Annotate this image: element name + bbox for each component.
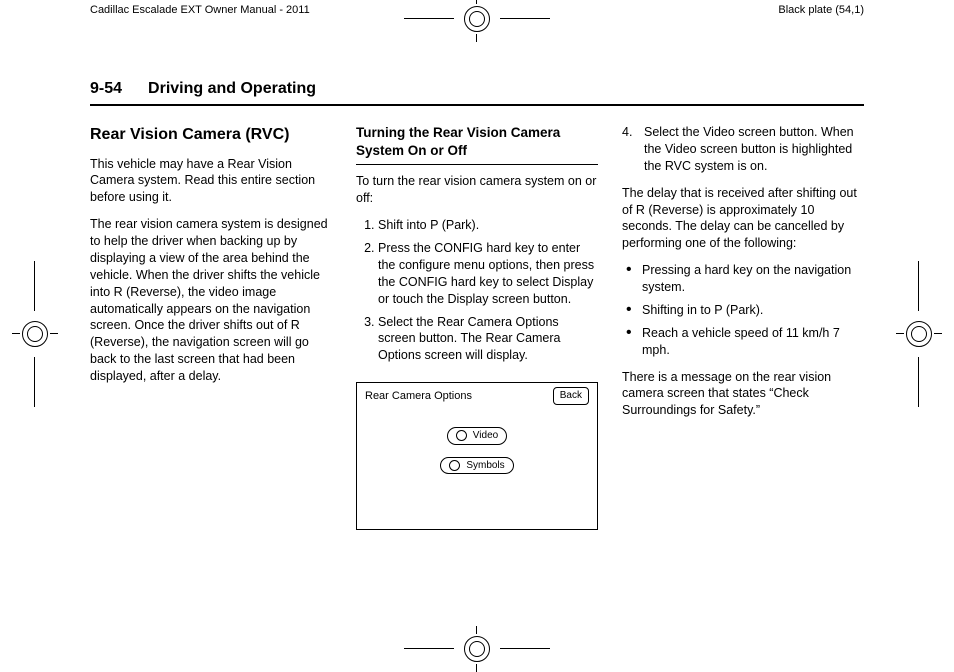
running-head: 9-54 Driving and Operating <box>90 80 864 106</box>
figure-rear-camera-options: Rear Camera Options Back Video Symbols <box>356 382 598 530</box>
ordered-list: Shift into P (Park). Press the CONFIG ha… <box>356 217 598 364</box>
chapter-title: Driving and Operating <box>148 80 316 98</box>
figure-option-label: Video <box>473 429 498 443</box>
subsection-title: Turning the Rear Vision Camera System On… <box>356 124 598 165</box>
registration-mark-left <box>22 321 48 347</box>
registration-mark-bottom <box>464 636 490 662</box>
section-title-rvc: Rear Vision Camera (RVC) <box>90 124 332 146</box>
list-item: Shift into P (Park). <box>378 217 598 234</box>
paragraph: The delay that is received after shiftin… <box>622 185 864 253</box>
figure-back-button: Back <box>553 387 589 405</box>
figure-option-video: Video <box>447 427 507 445</box>
paragraph: To turn the rear vision camera system on… <box>356 173 598 207</box>
list-item: Select the Rear Camera Options screen bu… <box>378 314 598 365</box>
list-item: Shifting in to P (Park). <box>622 302 864 319</box>
registration-mark-top <box>464 6 490 32</box>
crop-right-header: Black plate (54,1) <box>778 4 864 16</box>
crop-left-header: Cadillac Escalade EXT Owner Manual - 201… <box>90 4 310 16</box>
column-2: Turning the Rear Vision Camera System On… <box>356 124 598 530</box>
page-content: 9-54 Driving and Operating Rear Vision C… <box>90 80 864 618</box>
list-item: Reach a vehicle speed of 11 km/h 7 mph. <box>622 325 864 359</box>
column-3: 4. Select the Video screen button. When … <box>622 124 864 530</box>
figure-title: Rear Camera Options <box>365 389 472 404</box>
paragraph: There is a message on the rear vision ca… <box>622 369 864 420</box>
page-number: 9-54 <box>90 80 122 98</box>
figure-option-label: Symbols <box>466 459 504 473</box>
registration-mark-right <box>906 321 932 347</box>
column-1: Rear Vision Camera (RVC) This vehicle ma… <box>90 124 332 530</box>
list-number: 4. <box>622 124 636 175</box>
figure-option-symbols: Symbols <box>440 457 513 475</box>
bullet-list: Pressing a hard key on the navigation sy… <box>622 262 864 358</box>
paragraph: The rear vision camera system is designe… <box>90 216 332 385</box>
list-item: Select the Video screen button. When the… <box>644 124 864 175</box>
paragraph: This vehicle may have a Rear Vision Came… <box>90 156 332 207</box>
radio-icon <box>456 430 467 441</box>
list-item: Press the CONFIG hard key to enter the c… <box>378 240 598 308</box>
list-item: Pressing a hard key on the navigation sy… <box>622 262 864 296</box>
radio-icon <box>449 460 460 471</box>
